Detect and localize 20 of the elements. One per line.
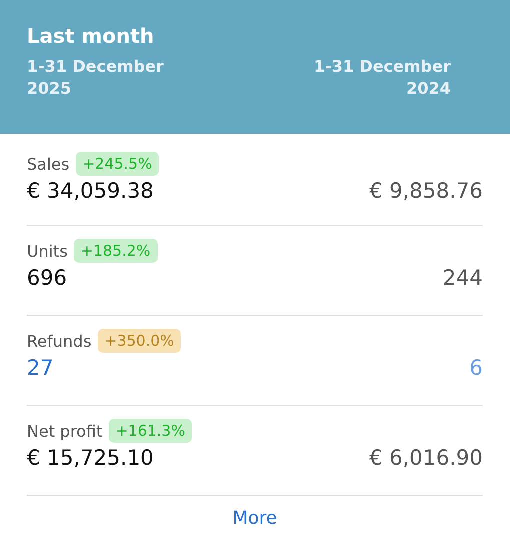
metric-label: Sales	[27, 154, 70, 174]
header-title: Last month	[27, 24, 154, 48]
change-badge: +185.2%	[74, 239, 158, 263]
change-badge: +350.0%	[98, 329, 182, 353]
metric-label: Refunds	[27, 332, 92, 350]
metric-label: Units	[27, 242, 68, 260]
previous-value: 244	[442, 266, 483, 290]
current-value: € 34,059.38	[27, 179, 154, 203]
current-value: 696	[27, 266, 68, 290]
previous-value[interactable]: 6	[470, 356, 483, 380]
current-value: € 15,725.10	[27, 446, 154, 470]
previous-period: 1-31 December 2024	[313, 56, 451, 100]
change-badge: +245.5%	[76, 152, 160, 176]
current-period: 1-31 December 2025	[27, 56, 165, 100]
metric-label: Net profit	[27, 422, 103, 440]
change-badge: +161.3%	[108, 419, 192, 443]
previous-value: € 9,858.76	[369, 179, 483, 203]
previous-value: € 6,016.90	[369, 446, 483, 470]
current-value[interactable]: 27	[27, 356, 54, 380]
more-link[interactable]: More	[232, 508, 278, 529]
